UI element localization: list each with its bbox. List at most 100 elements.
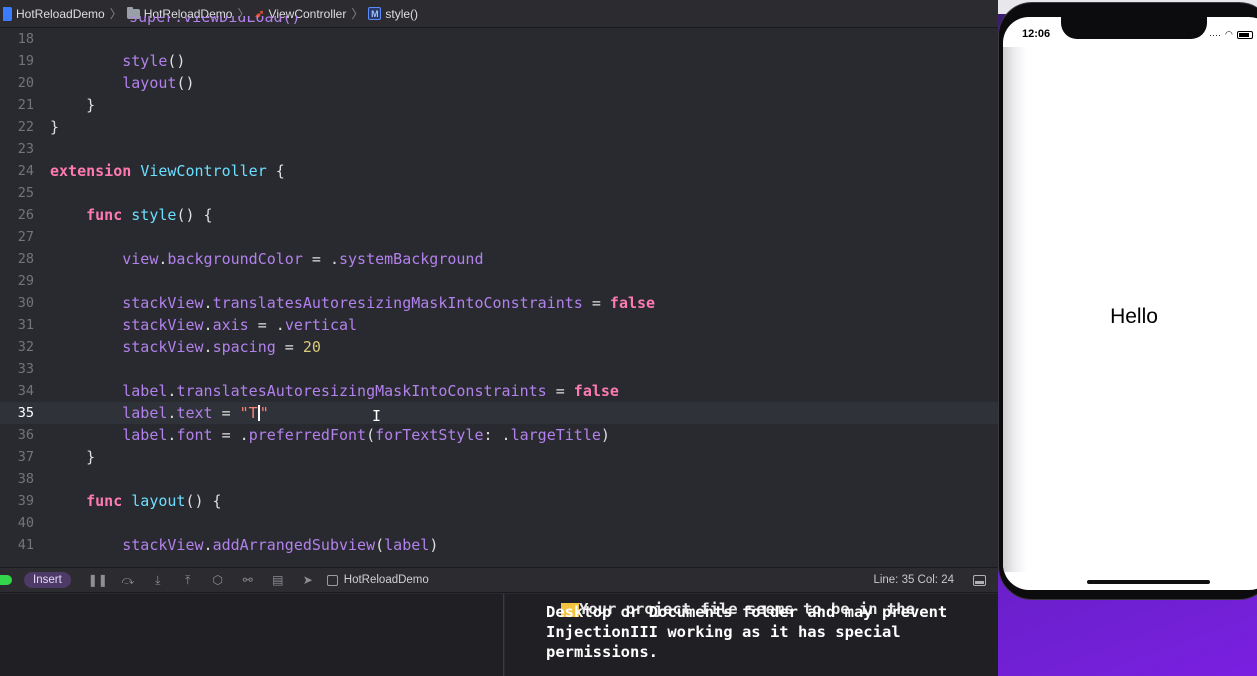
code-token: . bbox=[203, 294, 213, 312]
code-text: style() bbox=[50, 50, 185, 72]
build-status-indicator bbox=[0, 575, 12, 585]
console-line: permissions. bbox=[546, 643, 658, 661]
code-line[interactable]: 33 bbox=[0, 358, 998, 380]
code-line[interactable]: 38 bbox=[0, 468, 998, 490]
hello-label: Hello bbox=[1110, 305, 1158, 328]
code-token: } bbox=[50, 118, 60, 136]
code-line[interactable]: 30 stackView.translatesAutoresizingMaskI… bbox=[0, 292, 998, 314]
code-token: = . bbox=[302, 250, 339, 268]
code-token: label bbox=[384, 536, 430, 554]
source-editor[interactable]: super.viewDidLoad() 18 19 style() 20 layout… bbox=[0, 16, 998, 567]
code-line[interactable]: 18 bbox=[0, 28, 998, 50]
line-number: 18 bbox=[17, 31, 34, 47]
code-line[interactable]: 41 stackView.addArrangedSubview(label) bbox=[0, 534, 998, 556]
code-token: . bbox=[203, 316, 213, 334]
code-line[interactable]: 28 view.backgroundColor = .systemBackgro… bbox=[0, 248, 998, 270]
code-token: () { bbox=[185, 492, 222, 510]
code-token: { bbox=[266, 162, 285, 180]
environment-overrides-icon[interactable]: ▤ bbox=[263, 573, 293, 587]
memory-graph-icon[interactable]: ⚯ bbox=[233, 573, 263, 587]
xcode-window: HotReloadDemo 〉 HotReloadDemo 〉 ➶ ViewCo… bbox=[0, 0, 998, 676]
code-token: } bbox=[50, 96, 96, 114]
line-number: 35 bbox=[17, 405, 34, 421]
code-token: () { bbox=[176, 206, 213, 224]
code-token: func bbox=[86, 492, 123, 510]
code-line[interactable]: 32 stackView.spacing = 20 bbox=[0, 336, 998, 358]
code-token: . bbox=[203, 536, 213, 554]
code-line[interactable]: 27 bbox=[0, 226, 998, 248]
code-line[interactable]: 36 label.font = .preferredFont(forTextSt… bbox=[0, 424, 998, 446]
code-line[interactable]: 29 bbox=[0, 270, 998, 292]
line-number: 19 bbox=[17, 53, 34, 69]
code-line: super.viewDidLoad() bbox=[0, 16, 998, 28]
step-out-icon[interactable]: ⤒ bbox=[173, 573, 203, 588]
battery-icon bbox=[1236, 30, 1253, 39]
target-selector[interactable]: HotReloadDemo bbox=[326, 574, 429, 586]
current-code-line[interactable]: 35 label.text = "T " bbox=[0, 402, 998, 424]
step-into-icon[interactable]: ⤓ bbox=[143, 573, 173, 588]
code-text: stackView.translatesAutoresizingMaskInto… bbox=[50, 292, 655, 314]
code-line[interactable]: 25 bbox=[0, 182, 998, 204]
code-token: systemBackground bbox=[339, 250, 484, 268]
code-line[interactable]: 24 extension ViewController { bbox=[0, 160, 998, 182]
code-line[interactable]: 22} bbox=[0, 116, 998, 138]
code-token: ( bbox=[375, 536, 385, 554]
code-line[interactable]: 39 func layout() { bbox=[0, 490, 998, 512]
code-token: 20 bbox=[302, 338, 321, 356]
console-line: Your project file seems to be in the bbox=[505, 594, 915, 618]
line-number: 41 bbox=[17, 537, 34, 553]
code-line[interactable]: 20 layout() bbox=[0, 72, 998, 94]
code-token: : . bbox=[483, 426, 511, 444]
code-text: layout() bbox=[50, 72, 194, 94]
code-line[interactable]: 23 bbox=[0, 138, 998, 160]
line-number: 40 bbox=[17, 515, 34, 531]
code-text: func style() { bbox=[50, 204, 213, 226]
debug-console[interactable]: Your project file seems to be in the Des… bbox=[505, 594, 998, 676]
code-token: backgroundColor bbox=[167, 250, 303, 268]
line-number: 25 bbox=[17, 185, 34, 201]
line-number: 37 bbox=[17, 449, 34, 465]
step-over-icon[interactable]: ⤼ bbox=[113, 573, 143, 588]
code-token: = bbox=[212, 404, 240, 422]
code-text: } bbox=[50, 116, 59, 138]
line-number: 39 bbox=[17, 493, 34, 509]
code-line[interactable]: 31 stackView.axis = .vertical bbox=[0, 314, 998, 336]
code-token: stackView bbox=[122, 316, 204, 334]
line-number: 22 bbox=[17, 119, 34, 135]
view-hierarchy-icon[interactable]: ⬡ bbox=[203, 573, 233, 587]
code-text: } bbox=[50, 446, 95, 468]
code-line[interactable]: 34 label.translatesAutoresizingMaskIntoC… bbox=[0, 380, 998, 402]
device-screen[interactable]: 12:06 ···· ◠ Hello bbox=[1003, 17, 1257, 590]
code-line[interactable]: 21 } bbox=[0, 94, 998, 116]
code-line[interactable]: 40 bbox=[0, 512, 998, 534]
code-line[interactable]: 37 } bbox=[0, 446, 998, 468]
code-token: () bbox=[167, 52, 186, 70]
line-number: 34 bbox=[17, 383, 34, 399]
variables-view[interactable] bbox=[0, 594, 504, 676]
code-token: style bbox=[131, 206, 177, 224]
code-text: label.translatesAutoresizingMaskIntoCons… bbox=[50, 380, 619, 402]
toggle-debug-area-icon[interactable] bbox=[973, 574, 986, 586]
line-number: 27 bbox=[17, 229, 34, 245]
code-token: ) bbox=[600, 426, 610, 444]
code-token: func bbox=[86, 206, 123, 224]
pause-icon[interactable]: ❚❚ bbox=[83, 573, 113, 587]
simulate-location-icon[interactable]: ➤ bbox=[293, 573, 323, 587]
code-token: . bbox=[203, 338, 213, 356]
console-line: Desktop or Documents folder and may prev… bbox=[546, 603, 948, 621]
code-line[interactable]: 19 style() bbox=[0, 50, 998, 72]
code-token: label bbox=[122, 426, 168, 444]
code-text: extension ViewController { bbox=[50, 160, 285, 182]
code-line[interactable]: 26 func style() { bbox=[0, 204, 998, 226]
code-token: stackView bbox=[122, 294, 204, 312]
home-indicator[interactable] bbox=[1087, 580, 1210, 584]
code-token: = bbox=[546, 382, 574, 400]
